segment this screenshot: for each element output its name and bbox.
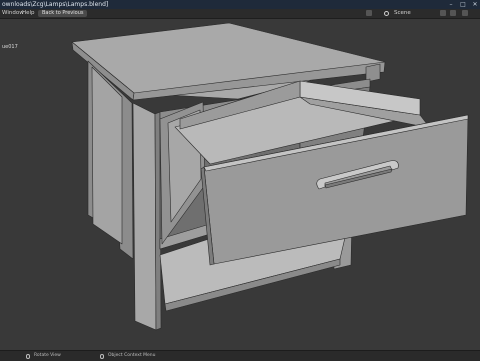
copy-icon[interactable] (440, 10, 446, 16)
scene-selector[interactable]: Scene (394, 9, 411, 18)
maximize-button[interactable]: □ (460, 0, 466, 9)
window-title: ownloads\Zcg\Lamps\Lamps.blend] (2, 1, 109, 8)
status-bar: Rotate View Object Context Menu (0, 350, 480, 361)
close-button[interactable]: ✕ (472, 0, 478, 9)
back-to-previous-button[interactable]: Back to Previous (38, 10, 88, 17)
menu-window[interactable]: Window (2, 9, 24, 18)
nightstand-model (71, 22, 469, 331)
menu-bar: Window Help Back to Previous Scene (0, 9, 480, 19)
object-label: ue017 (2, 44, 18, 50)
menu-help[interactable]: Help (22, 9, 35, 18)
mouse-right-icon (100, 354, 104, 359)
scene-icon (384, 11, 389, 16)
front-left-leg (132, 102, 157, 331)
view-layer-icon[interactable] (462, 10, 468, 16)
title-bar: ownloads\Zcg\Lamps\Lamps.blend] – □ ✕ (0, 0, 480, 9)
close-scene-icon[interactable] (450, 10, 456, 16)
3d-viewport[interactable]: ue017 (0, 19, 480, 350)
window-controls: – □ ✕ (448, 0, 478, 9)
minimize-button[interactable]: – (448, 0, 454, 9)
mouse-middle-icon (26, 354, 30, 359)
workspace-icon[interactable] (366, 10, 372, 16)
